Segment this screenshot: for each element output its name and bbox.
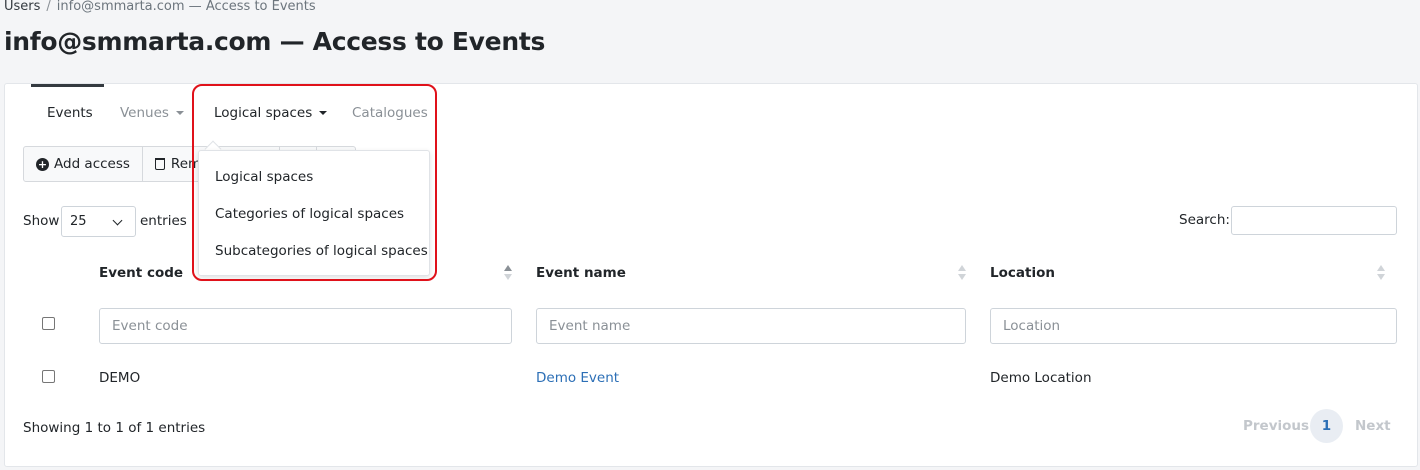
page-1-button[interactable]: 1: [1310, 409, 1343, 443]
tab-catalogues[interactable]: Catalogues: [352, 105, 428, 121]
entries-per-page-select[interactable]: 25: [61, 206, 136, 237]
tab-events[interactable]: Events: [47, 105, 93, 121]
entries-per-page-value: 25: [70, 214, 87, 229]
plus-circle-icon: +: [36, 157, 49, 171]
search-label: Search:: [1179, 212, 1230, 228]
menu-item-categories-logical-spaces[interactable]: Categories of logical spaces: [215, 206, 404, 222]
column-header-location[interactable]: Location: [990, 265, 1055, 281]
entries-label: entries: [140, 213, 187, 229]
tab-logical-spaces-label: Logical spaces: [214, 105, 313, 121]
row-checkbox[interactable]: [42, 370, 55, 383]
column-header-event-code[interactable]: Event code: [99, 265, 183, 281]
tab-logical-spaces[interactable]: Logical spaces: [214, 105, 328, 121]
previous-page-button[interactable]: Previous: [1243, 418, 1309, 434]
logical-spaces-dropdown-menu: Logical spaces Categories of logical spa…: [198, 150, 430, 276]
menu-item-logical-spaces[interactable]: Logical spaces: [215, 169, 313, 185]
column-header-event-name[interactable]: Event name: [536, 265, 626, 281]
chevron-down-icon: [175, 111, 184, 115]
tab-venues-label: Venues: [120, 105, 169, 121]
event-name-link[interactable]: Demo Event: [536, 370, 619, 386]
show-label: Show: [23, 213, 60, 229]
search-input[interactable]: [1231, 206, 1397, 235]
sort-icon[interactable]: [1377, 265, 1385, 281]
select-all-checkbox[interactable]: [42, 317, 55, 330]
sort-icon[interactable]: [504, 265, 512, 281]
active-tab-indicator: [31, 84, 104, 87]
sort-icon[interactable]: [958, 265, 966, 281]
breadcrumb: Users / info@smmarta.com — Access to Event…: [4, 0, 316, 14]
next-page-button[interactable]: Next: [1355, 418, 1391, 434]
menu-item-subcategories-logical-spaces[interactable]: Subcategories of logical spaces: [215, 243, 428, 259]
event-code-filter-input[interactable]: Event code: [99, 308, 512, 344]
tab-venues[interactable]: Venues: [120, 105, 184, 121]
chevron-down-icon: [319, 111, 328, 115]
page-title: info@smmarta.com — Access to Events: [4, 27, 546, 56]
add-access-label: Add access: [54, 156, 130, 172]
event-name-filter-input[interactable]: Event name: [536, 308, 966, 344]
table-info: Showing 1 to 1 of 1 entries: [23, 420, 206, 436]
breadcrumb-separator: /: [46, 0, 51, 14]
breadcrumb-current: info@smmarta.com — Access to Events: [56, 0, 316, 14]
cell-location: Demo Location: [990, 370, 1092, 386]
add-access-button[interactable]: + Add access: [23, 146, 143, 182]
chevron-down-icon: [112, 215, 123, 226]
breadcrumb-users-link[interactable]: Users: [4, 0, 40, 14]
cell-event-code: DEMO: [99, 370, 141, 386]
trash-icon: [154, 158, 165, 170]
location-filter-input[interactable]: Location: [990, 308, 1397, 344]
